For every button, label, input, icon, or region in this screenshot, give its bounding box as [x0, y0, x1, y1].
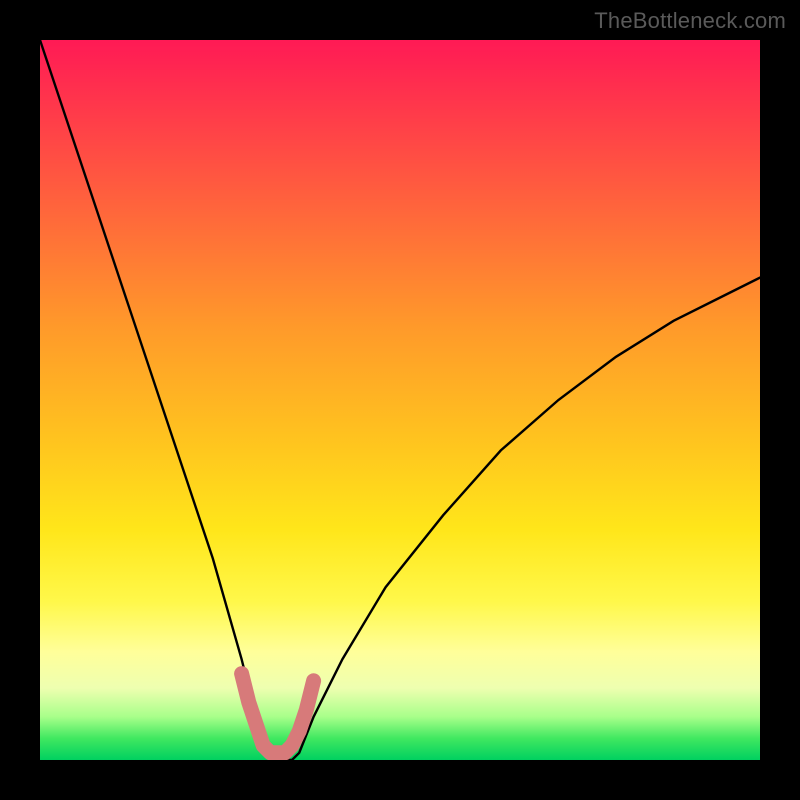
chart-svg	[40, 40, 760, 760]
watermark-text: TheBottleneck.com	[594, 8, 786, 34]
bottleneck-curve	[40, 40, 760, 760]
plot-area	[40, 40, 760, 760]
chart-frame: TheBottleneck.com	[0, 0, 800, 800]
